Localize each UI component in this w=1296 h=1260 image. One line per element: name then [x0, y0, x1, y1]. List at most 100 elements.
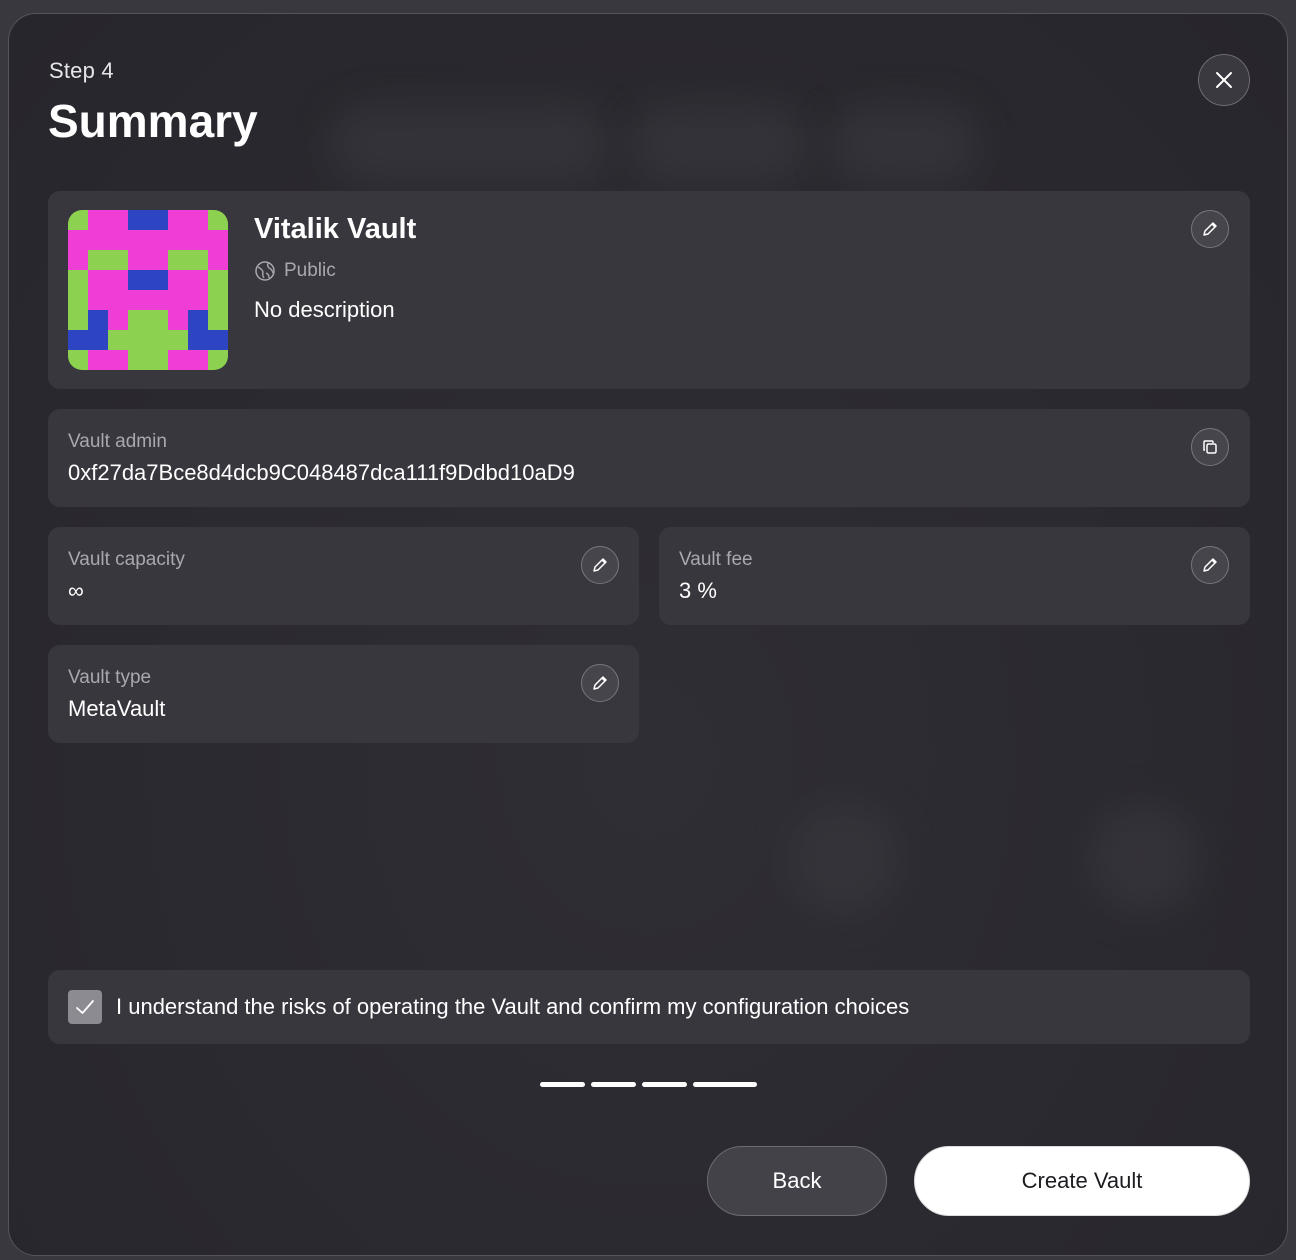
edit-type-button[interactable] [581, 664, 619, 702]
avatar-pixel [148, 350, 168, 370]
create-vault-button[interactable]: Create Vault [914, 1146, 1250, 1216]
avatar-pixel [108, 250, 128, 270]
copy-icon [1203, 440, 1217, 454]
progress-step-3 [642, 1082, 687, 1087]
avatar-pixel [108, 210, 128, 230]
avatar-pixel [168, 230, 188, 250]
avatar-pixel [208, 310, 228, 330]
step-label: Step 4 [49, 58, 114, 83]
avatar-pixel [68, 230, 88, 250]
avatar-pixel [88, 250, 108, 270]
avatar-pixel [128, 250, 148, 270]
vault-type-card: Vault type MetaVault [48, 645, 639, 743]
avatar-pixel [208, 210, 228, 230]
avatar-pixel [68, 270, 88, 290]
avatar-pixel [128, 350, 148, 370]
avatar-pixel [188, 310, 208, 330]
avatar-pixel [188, 250, 208, 270]
vault-admin-address: 0xf27da7Bce8d4dcb9C048487dca111f9Ddbd10a… [68, 460, 575, 485]
progress-step-1 [540, 1082, 585, 1087]
avatar-pixel [108, 310, 128, 330]
avatar-pixel [128, 210, 148, 230]
avatar-pixel [168, 250, 188, 270]
avatar-pixel [208, 230, 228, 250]
avatar-pixel [68, 330, 88, 350]
avatar-pixel [108, 350, 128, 370]
avatar-pixel [188, 350, 208, 370]
avatar-pixel [88, 290, 108, 310]
avatar-pixel [168, 290, 188, 310]
avatar-pixel [88, 230, 108, 250]
avatar-pixel [108, 230, 128, 250]
pencil-icon [593, 558, 607, 572]
avatar-pixel [68, 350, 88, 370]
page-title: Summary [48, 95, 258, 147]
vault-info-card: Vitalik Vault Public No description [48, 191, 1250, 389]
copy-admin-button[interactable] [1191, 428, 1229, 466]
pencil-icon [593, 676, 607, 690]
blurred-background [629, 104, 809, 184]
avatar-pixel [168, 210, 188, 230]
avatar-pixel [128, 270, 148, 290]
blurred-background [1089, 804, 1199, 914]
confirm-checkbox[interactable] [68, 990, 102, 1024]
edit-vault-info-button[interactable] [1191, 210, 1229, 248]
avatar-pixel [68, 290, 88, 310]
vault-description: No description [254, 297, 395, 322]
avatar-pixel [208, 250, 228, 270]
avatar-pixel [188, 270, 208, 290]
vault-capacity-label: Vault capacity [68, 549, 185, 570]
close-button[interactable] [1198, 54, 1250, 106]
avatar-pixel [148, 210, 168, 230]
avatar-pixel [108, 290, 128, 310]
avatar-pixel [88, 210, 108, 230]
avatar-pixel [188, 210, 208, 230]
avatar-pixel [208, 330, 228, 350]
close-icon [1216, 72, 1232, 88]
vault-fee-label: Vault fee [679, 549, 753, 570]
vault-fee-value: 3 % [679, 578, 717, 603]
avatar-pixel [208, 290, 228, 310]
avatar-pixel [168, 310, 188, 330]
vault-type-label: Vault type [68, 667, 152, 688]
vault-fee-card: Vault fee 3 % [659, 527, 1250, 625]
edit-capacity-button[interactable] [581, 546, 619, 584]
blurred-background [329, 104, 609, 184]
avatar-pixel [128, 310, 148, 330]
avatar-pixel [128, 330, 148, 350]
edit-fee-button[interactable] [1191, 546, 1229, 584]
back-button[interactable]: Back [707, 1146, 887, 1216]
avatar-pixel [148, 310, 168, 330]
avatar-pixel [88, 310, 108, 330]
vault-type-value: MetaVault [68, 696, 166, 721]
avatar-pixel [88, 350, 108, 370]
avatar-pixel [168, 270, 188, 290]
avatar-pixel [188, 230, 208, 250]
avatar-pixel [128, 290, 148, 310]
vault-visibility: Public [254, 260, 336, 282]
vault-capacity-value: ∞ [68, 578, 84, 603]
avatar-pixel [68, 210, 88, 230]
blurred-background [789, 804, 899, 914]
avatar-pixel [148, 270, 168, 290]
avatar-pixel [148, 330, 168, 350]
vault-capacity-card: Vault capacity ∞ [48, 527, 639, 625]
pencil-icon [1203, 222, 1217, 236]
avatar-pixel [68, 250, 88, 270]
avatar-pixel [188, 330, 208, 350]
create-vault-modal: Step 4 Summary Vitalik Vault Public No d… [8, 13, 1288, 1256]
progress-step-2 [591, 1082, 636, 1087]
avatar-pixel [188, 290, 208, 310]
globe-icon [255, 261, 275, 281]
avatar-pixel [148, 250, 168, 270]
vault-name: Vitalik Vault [254, 213, 417, 245]
vault-admin-card: Vault admin 0xf27da7Bce8d4dcb9C048487dca… [48, 409, 1250, 507]
avatar-pixel [128, 230, 148, 250]
avatar-pixel [108, 330, 128, 350]
vault-avatar [68, 210, 228, 370]
avatar-pixel [108, 270, 128, 290]
avatar-pixel [208, 270, 228, 290]
avatar-pixel [168, 350, 188, 370]
avatar-pixel [88, 270, 108, 290]
avatar-pixel [168, 330, 188, 350]
